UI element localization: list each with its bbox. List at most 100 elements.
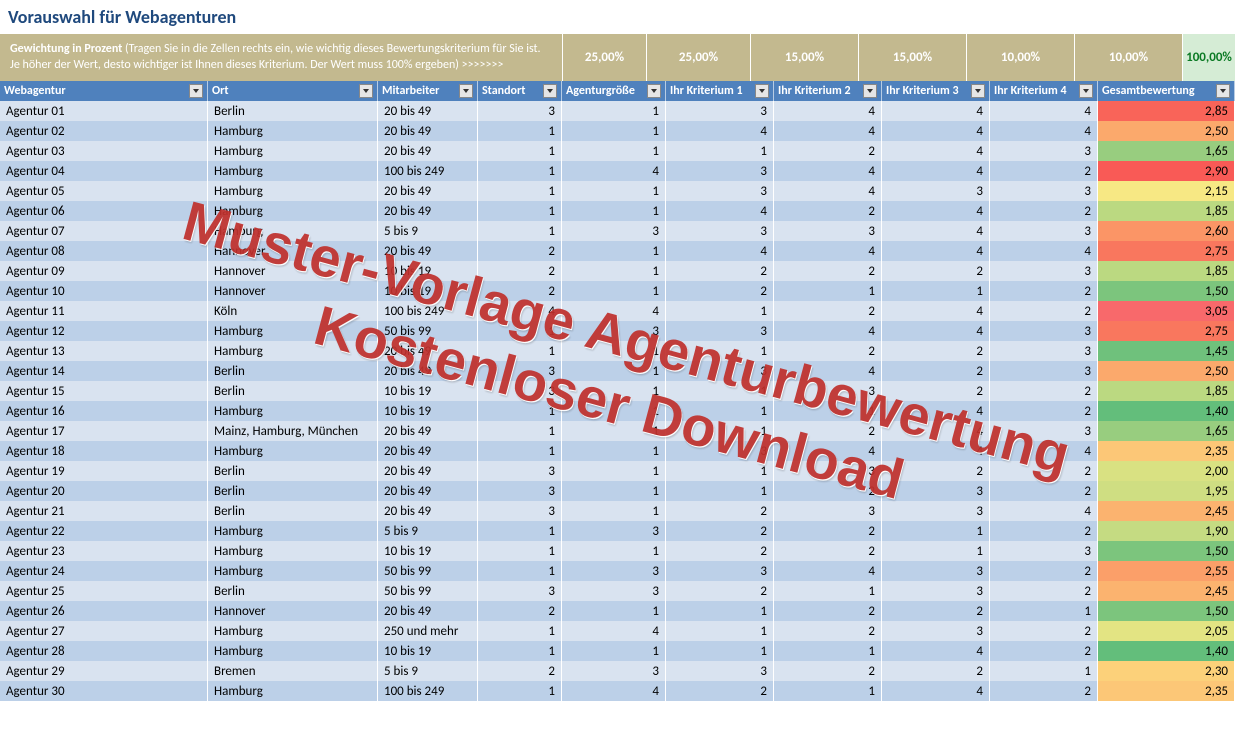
filter-dropdown-icon[interactable] — [359, 84, 373, 98]
cell-k4[interactable]: 3 — [990, 181, 1098, 201]
cell-standort[interactable]: 3 — [478, 481, 562, 501]
cell-k3[interactable]: 3 — [882, 561, 990, 581]
cell-k3[interactable]: 2 — [882, 461, 990, 481]
cell-webagentur[interactable]: Agentur 22 — [0, 521, 208, 541]
cell-mitarbeiter[interactable]: 100 bis 249 — [378, 161, 478, 181]
col-k1[interactable]: Ihr Kriterium 1 — [666, 81, 774, 101]
cell-k4[interactable]: 2 — [990, 161, 1098, 181]
cell-standort[interactable]: 1 — [478, 201, 562, 221]
cell-k1[interactable]: 1 — [666, 381, 774, 401]
cell-k3[interactable]: 4 — [882, 221, 990, 241]
weight-k1[interactable]: 15,00% — [750, 34, 858, 81]
cell-agentur[interactable]: 3 — [562, 561, 666, 581]
cell-k1[interactable]: 1 — [666, 461, 774, 481]
cell-k1[interactable]: 4 — [666, 121, 774, 141]
cell-k4[interactable]: 2 — [990, 681, 1098, 701]
cell-ort[interactable]: Hamburg — [208, 321, 378, 341]
cell-mitarbeiter[interactable]: 5 bis 9 — [378, 661, 478, 681]
filter-dropdown-icon[interactable] — [189, 84, 203, 98]
cell-mitarbeiter[interactable]: 50 bis 99 — [378, 321, 478, 341]
cell-agentur[interactable]: 1 — [562, 101, 666, 121]
cell-agentur[interactable]: 3 — [562, 661, 666, 681]
cell-standort[interactable]: 2 — [478, 281, 562, 301]
cell-webagentur[interactable]: Agentur 21 — [0, 501, 208, 521]
table-row[interactable]: Agentur 11Köln100 bis 2494412423,05 — [0, 301, 1235, 321]
cell-standort[interactable]: 2 — [478, 241, 562, 261]
cell-standort[interactable]: 1 — [478, 621, 562, 641]
table-row[interactable]: Agentur 17Mainz, Hamburg, München20 bis … — [0, 421, 1235, 441]
cell-mitarbeiter[interactable]: 10 bis 19 — [378, 541, 478, 561]
cell-k2[interactable]: 4 — [774, 241, 882, 261]
col-k3[interactable]: Ihr Kriterium 3 — [882, 81, 990, 101]
cell-ort[interactable]: Berlin — [208, 381, 378, 401]
cell-standort[interactable]: 1 — [478, 641, 562, 661]
cell-k2[interactable]: 4 — [774, 441, 882, 461]
col-agentur[interactable]: Agenturgröße — [562, 81, 666, 101]
cell-ort[interactable]: Hamburg — [208, 221, 378, 241]
cell-k4[interactable]: 4 — [990, 101, 1098, 121]
cell-standort[interactable]: 1 — [478, 321, 562, 341]
cell-mitarbeiter[interactable]: 20 bis 49 — [378, 361, 478, 381]
table-row[interactable]: Agentur 29Bremen5 bis 92332212,30 — [0, 661, 1235, 681]
table-row[interactable]: Agentur 23Hamburg10 bis 191122131,50 — [0, 541, 1235, 561]
cell-k3[interactable]: 4 — [882, 201, 990, 221]
table-row[interactable]: Agentur 24Hamburg50 bis 991334322,55 — [0, 561, 1235, 581]
cell-k2[interactable]: 1 — [774, 641, 882, 661]
cell-agentur[interactable]: 1 — [562, 341, 666, 361]
cell-k3[interactable]: 3 — [882, 181, 990, 201]
cell-agentur[interactable]: 1 — [562, 241, 666, 261]
cell-standort[interactable]: 2 — [478, 601, 562, 621]
filter-dropdown-icon[interactable] — [755, 84, 769, 98]
cell-webagentur[interactable]: Agentur 02 — [0, 121, 208, 141]
cell-ort[interactable]: Hannover — [208, 261, 378, 281]
cell-agentur[interactable]: 4 — [562, 621, 666, 641]
cell-ort[interactable]: Berlin — [208, 361, 378, 381]
cell-mitarbeiter[interactable]: 250 und mehr — [378, 621, 478, 641]
cell-mitarbeiter[interactable]: 10 bis 19 — [378, 381, 478, 401]
table-row[interactable]: Agentur 06Hamburg20 bis 491142421,85 — [0, 201, 1235, 221]
cell-ort[interactable]: Hannover — [208, 281, 378, 301]
cell-ort[interactable]: Hamburg — [208, 181, 378, 201]
cell-standort[interactable]: 3 — [478, 461, 562, 481]
cell-standort[interactable]: 3 — [478, 381, 562, 401]
cell-k3[interactable]: 4 — [882, 681, 990, 701]
cell-k2[interactable]: 4 — [774, 181, 882, 201]
cell-k3[interactable]: 4 — [882, 421, 990, 441]
table-row[interactable]: Agentur 26Hannover20 bis 492112211,50 — [0, 601, 1235, 621]
cell-ort[interactable]: Berlin — [208, 581, 378, 601]
cell-k1[interactable]: 1 — [666, 621, 774, 641]
cell-k2[interactable]: 3 — [774, 501, 882, 521]
filter-dropdown-icon[interactable] — [1216, 84, 1230, 98]
cell-mitarbeiter[interactable]: 20 bis 49 — [378, 421, 478, 441]
cell-mitarbeiter[interactable]: 20 bis 49 — [378, 341, 478, 361]
cell-mitarbeiter[interactable]: 100 bis 249 — [378, 681, 478, 701]
cell-k4[interactable]: 3 — [990, 141, 1098, 161]
cell-k4[interactable]: 2 — [990, 301, 1098, 321]
cell-k1[interactable]: 1 — [666, 301, 774, 321]
cell-ort[interactable]: Hamburg — [208, 641, 378, 661]
cell-k4[interactable]: 4 — [990, 121, 1098, 141]
cell-k3[interactable]: 2 — [882, 661, 990, 681]
cell-ort[interactable]: Hamburg — [208, 141, 378, 161]
cell-ort[interactable]: Hamburg — [208, 621, 378, 641]
cell-k2[interactable]: 3 — [774, 461, 882, 481]
cell-ort[interactable]: Hamburg — [208, 121, 378, 141]
cell-agentur[interactable]: 1 — [562, 401, 666, 421]
table-row[interactable]: Agentur 19Berlin20 bis 493113222,00 — [0, 461, 1235, 481]
cell-ort[interactable]: Bremen — [208, 661, 378, 681]
cell-k3[interactable]: 2 — [882, 261, 990, 281]
filter-dropdown-icon[interactable] — [863, 84, 877, 98]
cell-ort[interactable]: Mainz, Hamburg, München — [208, 421, 378, 441]
cell-k1[interactable]: 1 — [666, 401, 774, 421]
cell-webagentur[interactable]: Agentur 06 — [0, 201, 208, 221]
table-row[interactable]: Agentur 03Hamburg20 bis 491112431,65 — [0, 141, 1235, 161]
filter-dropdown-icon[interactable] — [543, 84, 557, 98]
cell-k2[interactable]: 2 — [774, 541, 882, 561]
cell-score[interactable]: 2,50 — [1098, 361, 1235, 381]
cell-k2[interactable]: 1 — [774, 281, 882, 301]
cell-k1[interactable]: 1 — [666, 601, 774, 621]
cell-k3[interactable]: 4 — [882, 241, 990, 261]
cell-k1[interactable]: 3 — [666, 441, 774, 461]
cell-k4[interactable]: 3 — [990, 421, 1098, 441]
cell-mitarbeiter[interactable]: 20 bis 49 — [378, 501, 478, 521]
